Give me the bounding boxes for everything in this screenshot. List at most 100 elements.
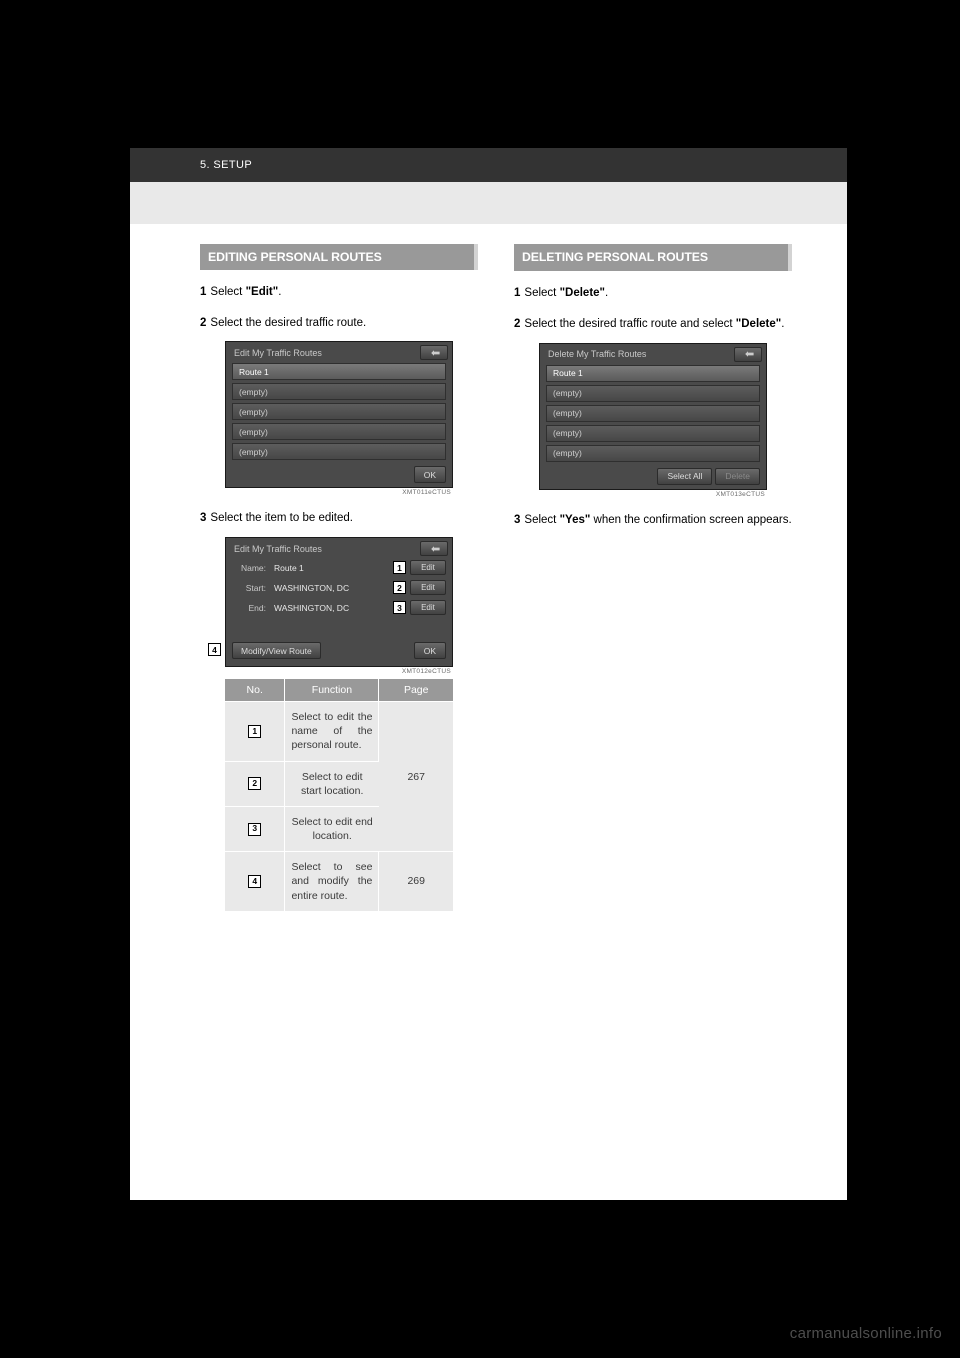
function-text: Select to edit the name of the personal …: [285, 702, 379, 762]
table-header-function: Function: [285, 679, 379, 702]
callout-box: 3: [393, 601, 406, 614]
section-title-editing: EDITING PERSONAL ROUTES: [200, 244, 478, 270]
route-row-empty[interactable]: (empty): [546, 405, 760, 422]
columns: EDITING PERSONAL ROUTES 1Select "Edit". …: [130, 224, 847, 911]
mock-title: Edit My Traffic Routes: [234, 544, 322, 554]
step-text: .: [278, 286, 281, 298]
edit-button[interactable]: Edit: [410, 560, 446, 575]
left-step-3: 3 Select the item to be edited.: [200, 510, 478, 527]
step-text-bold: "Delete": [736, 318, 781, 330]
callout-box: 4: [208, 643, 221, 656]
step-text: when the confirmation screen appears.: [590, 514, 791, 526]
route-row-empty[interactable]: (empty): [232, 443, 446, 460]
modify-view-route-button[interactable]: Modify/View Route: [232, 642, 321, 659]
detail-row-end: End: WASHINGTON, DC 3 Edit: [232, 599, 446, 616]
route-row-empty[interactable]: (empty): [546, 445, 760, 462]
route-row[interactable]: Route 1: [546, 365, 760, 382]
right-step-2: 2 Select the desired traffic route and se…: [514, 316, 792, 333]
back-button[interactable]: [734, 347, 762, 362]
step-number: 1: [200, 286, 206, 298]
select-all-button[interactable]: Select All: [657, 468, 712, 485]
field-label: Name:: [232, 563, 266, 573]
mock-title: Delete My Traffic Routes: [548, 349, 646, 359]
page-ref: 269: [379, 852, 453, 911]
watermark: carmanualsonline.info: [790, 1325, 942, 1342]
page-ref: 267: [379, 702, 453, 852]
route-row-empty[interactable]: (empty): [232, 403, 446, 420]
ok-button[interactable]: OK: [414, 642, 446, 659]
mock-footer: Select All Delete: [540, 465, 766, 489]
field-value: Route 1: [270, 563, 387, 573]
route-row[interactable]: Route 1: [232, 363, 446, 380]
table-row: 4 Select to see and modify the entire ro…: [225, 852, 453, 911]
edit-button[interactable]: Edit: [410, 600, 446, 615]
step-number: 1: [514, 287, 520, 299]
mock-footer: OK: [226, 463, 452, 487]
callout-box: 2: [393, 581, 406, 594]
section-title-deleting: DELETING PERSONAL ROUTES: [514, 244, 792, 271]
screenshot-delete-list: Delete My Traffic Routes Route 1 (empty)…: [539, 343, 767, 490]
manual-page: 5. SETUP EDITING PERSONAL ROUTES 1 Select…: [130, 148, 847, 1200]
screenshot-edit-list: Edit My Traffic Routes Route 1 (empty) (…: [225, 341, 453, 488]
function-text: Select to edit start location.: [285, 761, 379, 806]
mock-title: Edit My Traffic Routes: [234, 348, 322, 358]
step-text-bold: "Edit": [246, 286, 279, 298]
step-text: .: [605, 287, 608, 299]
function-table: No. Function Page 1 Select to edit the n…: [225, 679, 453, 911]
back-button[interactable]: [420, 541, 448, 556]
mock-titlebar: Edit My Traffic Routes: [226, 342, 452, 363]
image-code: XMT013eCTUS: [539, 490, 767, 498]
route-row-empty[interactable]: (empty): [546, 385, 760, 402]
callout-box: 1: [393, 561, 406, 574]
field-value: WASHINGTON, DC: [270, 603, 387, 613]
mock-titlebar: Delete My Traffic Routes: [540, 344, 766, 365]
mock-titlebar: Edit My Traffic Routes: [226, 538, 452, 559]
table-header-page: Page: [379, 679, 453, 702]
step-text: Select: [524, 287, 559, 299]
mock-footer: 4 Modify/View Route OK: [226, 639, 452, 663]
right-step-1: 1 Select "Delete".: [514, 285, 792, 302]
step-number: 3: [514, 514, 520, 526]
step-text: Select the desired traffic route.: [210, 317, 366, 329]
right-step-3: 3 Select "Yes" when the confirmation scre…: [514, 512, 792, 529]
edit-button[interactable]: Edit: [410, 580, 446, 595]
step-text: .: [781, 318, 784, 330]
route-row-empty[interactable]: (empty): [232, 423, 446, 440]
right-column: DELETING PERSONAL ROUTES 1 Select "Delete…: [514, 244, 792, 911]
table-row: 1 Select to edit the name of the persona…: [225, 702, 453, 762]
back-button[interactable]: [420, 345, 448, 360]
step-text-bold: "Yes": [560, 514, 591, 526]
step-number: 3: [200, 512, 206, 524]
step-number: 2: [200, 317, 206, 329]
route-row-empty[interactable]: (empty): [546, 425, 760, 442]
subheader: [130, 182, 847, 224]
step-text: Select the item to be edited.: [210, 512, 353, 524]
ok-button[interactable]: OK: [414, 466, 446, 483]
field-label: Start:: [232, 583, 266, 593]
field-value: WASHINGTON, DC: [270, 583, 387, 593]
chapter-header: 5. SETUP: [130, 148, 847, 182]
callout-box: 1: [248, 725, 261, 738]
table-header-no: No.: [225, 679, 285, 702]
left-step-2: 2 Select the desired traffic route.: [200, 315, 478, 332]
step-text-bold: "Delete": [560, 287, 605, 299]
detail-row-name: Name: Route 1 1 Edit: [232, 559, 446, 576]
route-row-empty[interactable]: (empty): [232, 383, 446, 400]
screenshot-edit-detail: Edit My Traffic Routes Name: Route 1 1 E…: [225, 537, 453, 667]
function-text: Select to edit end location.: [285, 806, 379, 851]
step-number: 2: [514, 318, 520, 330]
image-code: XMT011eCTUS: [225, 488, 453, 496]
function-text: Select to see and modify the entire rout…: [285, 852, 379, 911]
callout-box: 3: [248, 823, 261, 836]
mock-screen: Delete My Traffic Routes Route 1 (empty)…: [539, 343, 767, 490]
step-text: Select the desired traffic route and sel…: [524, 318, 735, 330]
image-code: XMT012eCTUS: [225, 667, 453, 675]
mock-screen: Edit My Traffic Routes Route 1 (empty) (…: [225, 341, 453, 488]
delete-button[interactable]: Delete: [715, 468, 760, 485]
left-column: EDITING PERSONAL ROUTES 1Select "Edit". …: [200, 244, 478, 911]
callout-box: 4: [248, 875, 261, 888]
detail-row-start: Start: WASHINGTON, DC 2 Edit: [232, 579, 446, 596]
step-text: Select: [210, 286, 245, 298]
left-step-1: 1 Select "Edit".: [200, 284, 478, 301]
step-text: Select: [524, 514, 559, 526]
